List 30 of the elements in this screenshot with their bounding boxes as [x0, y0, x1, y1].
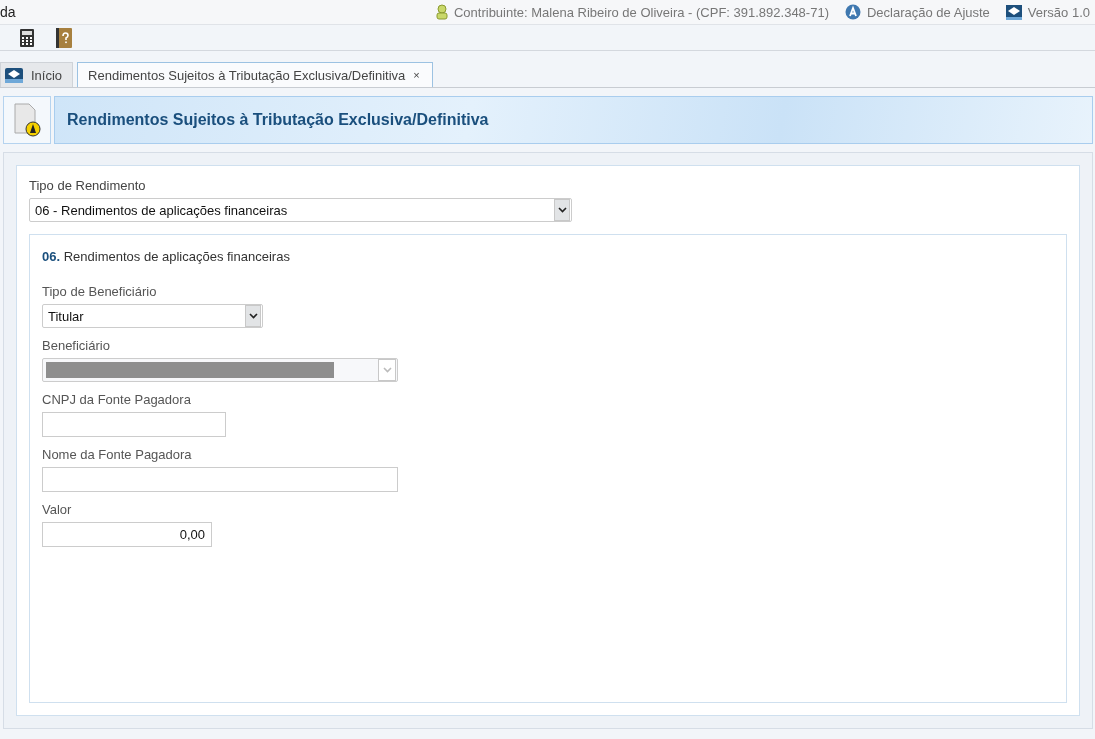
declaration-type: Declaração de Ajuste [867, 4, 990, 20]
chevron-down-icon [382, 367, 392, 373]
close-button[interactable]: × [413, 69, 420, 81]
field-label: Beneficiário [42, 338, 110, 353]
calculator-icon[interactable] [20, 28, 34, 47]
field-label: Tipo de Beneficiário [42, 284, 157, 299]
text-field[interactable]: 0,00 [42, 522, 212, 547]
dropdown-field[interactable]: Titular [42, 304, 263, 328]
user-icon [435, 4, 448, 20]
chevron-down-icon [248, 313, 258, 319]
emblem-icon [1005, 4, 1022, 20]
tab[interactable]: Início [0, 62, 74, 87]
document-warning-icon [13, 103, 41, 137]
emblem-icon [5, 67, 23, 83]
app-title: da [0, 4, 16, 20]
letter-a-icon [845, 4, 861, 20]
chevron-down-icon [557, 207, 567, 213]
text-field[interactable] [42, 412, 226, 437]
help-book-icon[interactable] [56, 27, 72, 48]
version-label: Versão 1.0 [1027, 4, 1090, 20]
field-label: Tipo de Rendimento [29, 178, 147, 193]
income-type-select[interactable]: 06 - Rendimentos de aplicações financeiras [29, 198, 572, 222]
text-field[interactable] [42, 467, 398, 492]
field-label: Valor [42, 502, 72, 517]
tab[interactable]: Rendimentos Sujeitos à Tributação Exclusiva/Definitiva × [77, 62, 433, 87]
page-title: Rendimentos Sujeitos à Tributação Exclusiva/Definitiva [67, 111, 489, 129]
field-label: Nome da Fonte Pagadora [42, 447, 192, 462]
field-label: CNPJ da Fonte Pagadora [42, 392, 191, 407]
contributor-info: Contribuinte: Malena Ribeiro de Oliveira - (CPF: 391.892.348-71) [453, 4, 829, 20]
section-title: 06. Rendimentos de aplicações financeiras [42, 249, 290, 264]
